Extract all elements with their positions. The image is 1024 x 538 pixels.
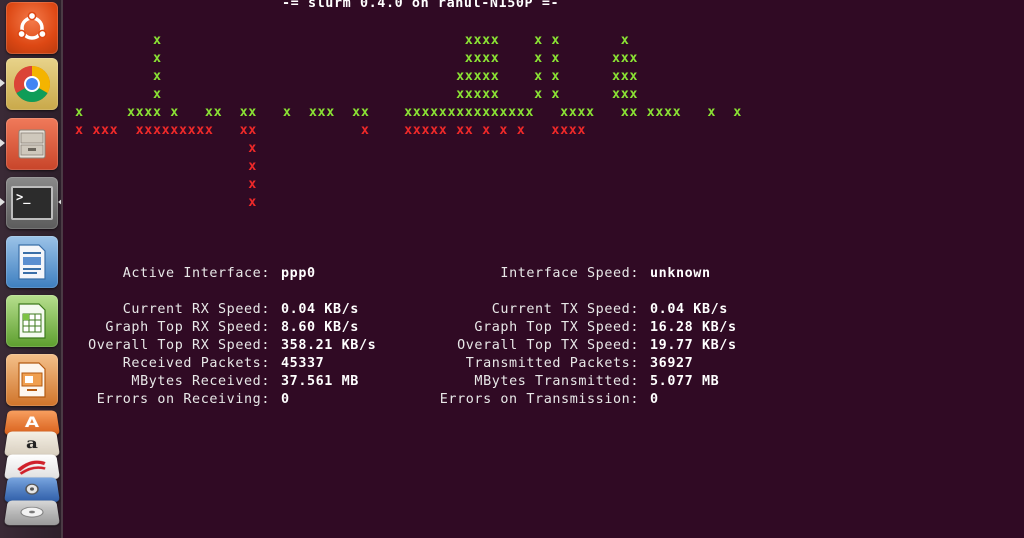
settings-icon [16,481,48,497]
stat-value: 0 [650,392,659,407]
stat-label: Graph Top RX Speed: [105,320,270,335]
stat-label: MBytes Received: [131,374,270,389]
launcher-item-amazon[interactable]: a [3,431,61,457]
unity-launcher: >_ A a [0,0,63,538]
impress-icon [18,362,46,398]
stat-value: 19.77 KB/s [650,338,737,353]
terminal-icon: >_ [11,186,53,220]
stat-label: Errors on Receiving: [96,392,270,407]
file-cabinet-icon [18,129,46,159]
chrome-icon [13,66,51,103]
launcher-item-drive[interactable] [3,500,61,526]
tx-graph-row: x [75,159,257,174]
stat-value: 16.28 KB/s [650,320,737,335]
rx-graph-row: x xxxx x x xxx [75,51,639,66]
focused-indicator [58,198,61,206]
slurm-header: -= slurm 0.4.0 on rahul-N150P =- [282,0,560,11]
stat-value: 45337 [281,356,325,371]
tx-graph-row: x [75,195,257,210]
stat-value: 37.561 MB [281,374,359,389]
tx-graph-row: x [75,177,257,192]
calc-icon [18,303,46,339]
terminal-window[interactable]: -= slurm 0.4.0 on rahul-N150P =- x xxxx … [65,0,1024,538]
running-indicator [0,79,5,87]
stat-label: Errors on Transmission: [439,392,639,407]
software-center-icon: A [24,413,40,432]
stat-label: Active Interface: [122,266,270,281]
amazon-icon: a [25,434,39,453]
running-indicator [0,198,5,206]
tx-graph-row: x [75,141,257,156]
stat-label: Graph Top TX Speed: [474,320,639,335]
launcher-item-dash[interactable] [6,2,58,54]
stat-value: 0.04 KB/s [281,302,359,317]
launcher-item-filezilla[interactable] [3,454,61,480]
stat-value: 8.60 KB/s [281,320,359,335]
running-indicator [0,139,5,147]
rx-graph-row: x xxxxx x x xxx [75,87,639,102]
stat-value: 5.077 MB [650,374,720,389]
rx-graph-row: x xxxx x xx xx x xxx xx xxxxxxxxxxxxxxx … [75,105,742,120]
stat-label: Current RX Speed: [122,302,270,317]
stat-value: 36927 [650,356,694,371]
launcher-item-settings[interactable] [3,477,61,503]
launcher-item-chrome[interactable] [6,58,58,110]
filezilla-icon [14,457,50,475]
rx-graph-row: x xxxxx x x xxx [75,69,639,84]
launcher-item-files[interactable] [6,118,58,170]
stat-label: Interface Speed: [500,266,639,281]
launcher-item-terminal[interactable]: >_ [6,177,58,229]
launcher-item-impress[interactable] [6,354,58,406]
tx-graph-row: x xxx xxxxxxxxx xx x xxxxx xx x x x xxxx [75,123,587,138]
launcher-item-writer[interactable] [6,236,58,288]
stat-value: 0 [281,392,290,407]
stat-label: Current TX Speed: [491,302,639,317]
stat-label: Overall Top TX Speed: [457,338,639,353]
disk-icon [16,504,48,520]
stat-label: Received Packets: [122,356,270,371]
stat-value: ppp0 [281,266,316,281]
stat-value: 0.04 KB/s [650,302,728,317]
writer-icon [18,244,46,280]
ubuntu-logo-icon [17,11,47,40]
stat-value: unknown [650,266,711,281]
stat-value: 358.21 KB/s [281,338,377,353]
rx-graph-row: x xxxx x x x [75,33,630,48]
launcher-item-calc[interactable] [6,295,58,347]
stat-label: Transmitted Packets: [465,356,639,371]
stat-label: Overall Top RX Speed: [88,338,270,353]
stat-label: MBytes Transmitted: [474,374,639,389]
